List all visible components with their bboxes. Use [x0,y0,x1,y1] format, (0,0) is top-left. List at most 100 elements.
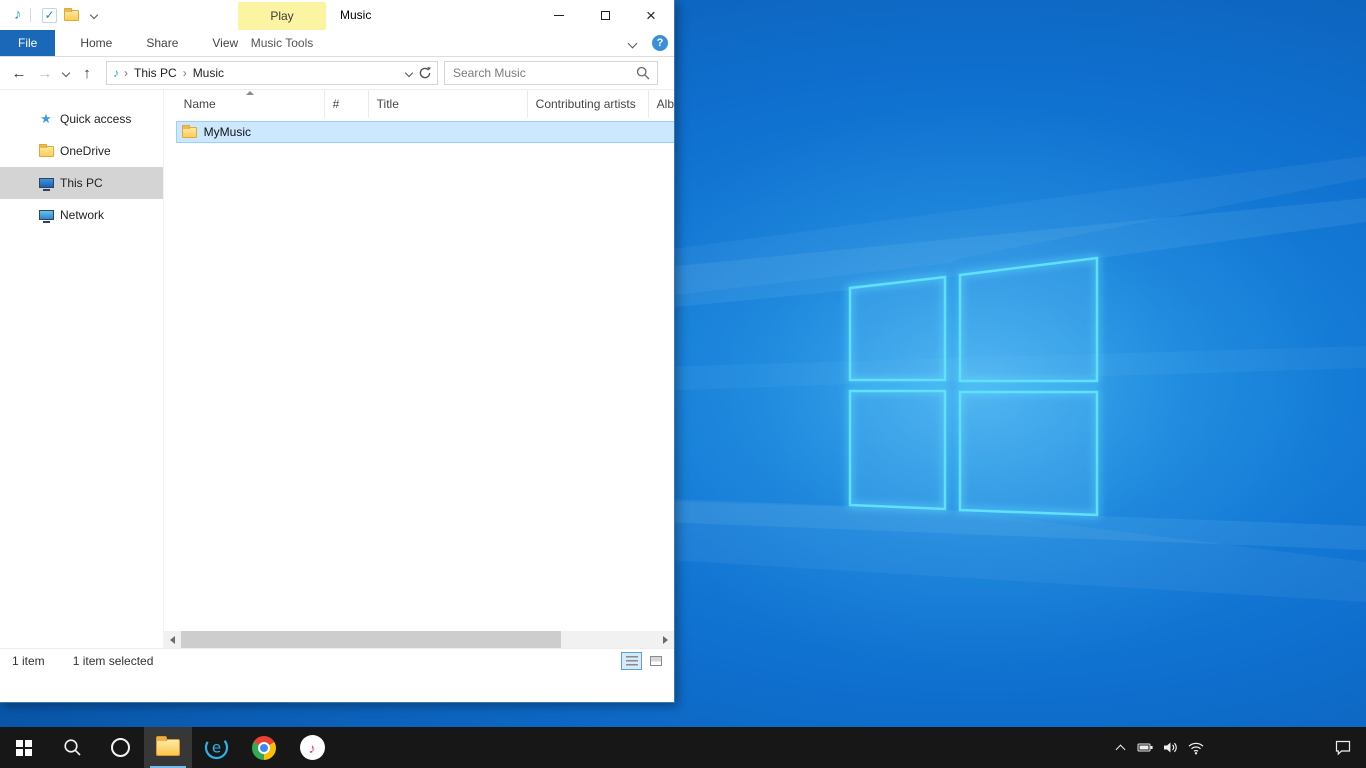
music-note-icon: ♪ [14,0,22,30]
horizontal-scrollbar[interactable] [164,631,674,648]
address-bar[interactable]: ♪ › This PC › Music [106,61,438,85]
battery-tray-icon[interactable] [1133,739,1158,756]
window-title: Music [340,0,371,30]
folder-icon [64,10,79,21]
file-row-mymusic[interactable]: MyMusic [176,121,674,143]
help-button[interactable]: ? [652,35,668,51]
qat-customize-button[interactable] [83,3,105,27]
sidebar-item-this-pc[interactable]: This PC [0,167,163,199]
breadcrumb-music[interactable]: Music [187,66,230,80]
window-controls: × [536,0,674,30]
titlebar[interactable]: ♪ ✓ Play Music × [0,0,674,30]
taskbar-music-app-button[interactable]: ♪ [288,727,336,768]
windows-logo-pane-top-left [850,277,945,380]
details-view-icon [626,656,638,666]
cortana-button[interactable] [96,727,144,768]
column-header-name[interactable]: Name [164,90,325,118]
back-button[interactable]: ← [6,65,32,82]
ribbon-tab-bar: File Home Share View Music Tools ? [0,30,674,57]
up-button[interactable]: ↑ [74,65,100,82]
show-hidden-icons-button[interactable] [1108,743,1133,753]
music-app-icon: ♪ [300,735,325,760]
refresh-icon[interactable] [418,66,432,80]
chevron-down-icon [89,11,97,19]
taskbar-chrome-button[interactable] [240,727,288,768]
navigation-bar: ← → ↑ ♪ › This PC › Music [0,57,674,90]
scroll-left-button[interactable] [164,631,181,648]
sidebar-item-label: This PC [60,176,103,190]
recent-locations-button[interactable] [58,70,74,76]
large-icons-view-button[interactable] [645,652,666,670]
maximize-icon [601,11,610,20]
triangle-right-icon [663,636,672,644]
view-switcher [621,652,666,670]
tab-home[interactable]: Home [63,30,129,56]
navigation-pane: ★ Quick access OneDrive This PC Network [0,90,163,648]
windows-logo-pane-top-right [960,258,1097,381]
check-icon: ✓ [42,8,57,23]
explorer-main: ★ Quick access OneDrive This PC Network … [0,90,674,648]
column-header-title[interactable]: Title [369,90,528,118]
sort-ascending-icon [246,91,254,95]
cortana-circle-icon [111,738,130,757]
column-header-contributing-artists[interactable]: Contributing artists [528,90,649,118]
windows-logo-pane-bottom-left [850,391,945,509]
qat-properties-button[interactable]: ✓ [39,3,61,27]
search-input[interactable] [445,66,636,80]
maximize-button[interactable] [582,0,628,30]
network-tray-icon[interactable] [1183,739,1208,756]
ribbon-right-controls: ? [622,30,668,56]
logo-glow [605,102,1345,672]
svg-text:e: e [211,739,220,757]
search-box[interactable] [444,61,658,85]
chevron-down-icon [627,38,637,48]
folder-icon [182,127,197,138]
close-icon: × [646,7,656,24]
close-button[interactable]: × [628,0,674,30]
status-bar: 1 item 1 item selected [0,648,674,672]
chevron-up-icon [1116,744,1126,754]
scroll-right-button[interactable] [657,631,674,648]
taskbar-search-button[interactable] [48,727,96,768]
tab-play[interactable]: Play [238,2,326,30]
computer-icon [36,178,56,188]
minimize-icon [554,15,564,16]
sidebar-item-quick-access[interactable]: ★ Quick access [0,103,163,135]
address-dropdown-chevron-icon[interactable] [405,69,413,77]
minimize-button[interactable] [536,0,582,30]
taskbar-internet-explorer-button[interactable]: e [192,727,240,768]
column-header-number[interactable]: # [325,90,369,118]
taskbar-file-explorer-button[interactable] [144,727,192,768]
sidebar-item-label: Network [60,208,104,222]
tab-file[interactable]: File [0,30,55,56]
tab-group-music-tools[interactable]: Music Tools [238,30,326,56]
chrome-icon [252,736,276,760]
file-name: MyMusic [204,125,251,139]
sidebar-item-network[interactable]: Network [0,199,163,231]
chevron-down-icon [62,69,70,77]
search-icon [63,738,82,757]
breadcrumb-this-pc[interactable]: This PC [128,66,183,80]
item-count: 1 item [12,654,45,668]
music-note-icon: ♪ [113,66,119,80]
volume-tray-icon[interactable] [1158,739,1183,756]
scrollbar-thumb[interactable] [181,631,561,648]
windows-logo-icon [16,740,32,756]
forward-button[interactable]: → [32,65,58,82]
large-icons-view-icon [650,656,662,666]
star-icon: ★ [36,111,56,127]
action-center-button[interactable] [1320,739,1366,756]
taskbar: e ♪ [0,727,1366,768]
tab-share[interactable]: Share [129,30,195,56]
sidebar-item-onedrive[interactable]: OneDrive [0,135,163,167]
search-icon[interactable] [636,66,650,80]
qat-new-folder-button[interactable] [61,3,83,27]
details-view-button[interactable] [621,652,642,670]
expand-ribbon-button[interactable] [622,40,642,47]
system-tray [1108,727,1366,768]
column-header-album[interactable]: Alb [649,90,674,118]
speaker-icon [1162,739,1179,756]
start-button[interactable] [0,727,48,768]
action-center-icon [1334,739,1352,756]
address-bar-controls [406,66,437,80]
